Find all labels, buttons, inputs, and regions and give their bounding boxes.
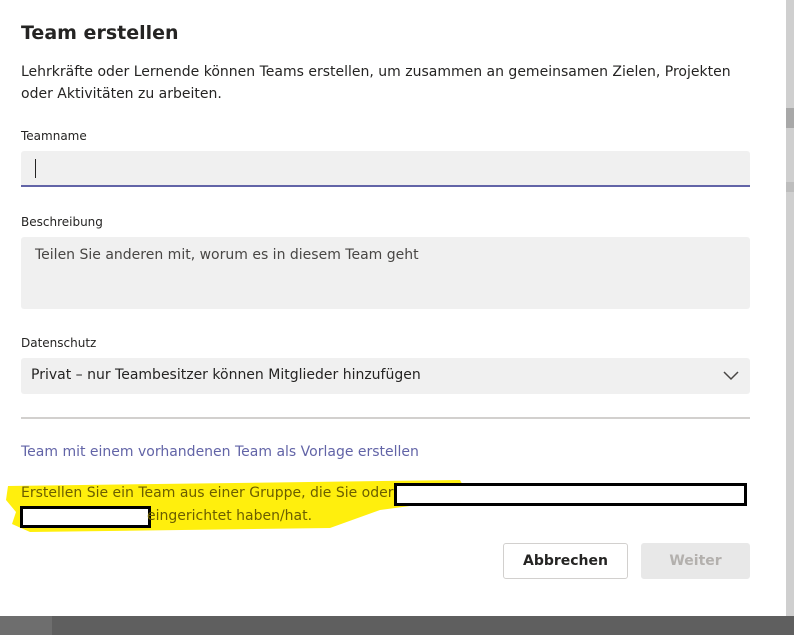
redacted-box (394, 483, 747, 506)
create-team-dialog: Team erstellen Lehrkräfte oder Lernende … (0, 0, 786, 616)
teamname-label: Teamname (21, 129, 87, 143)
backdrop-right-strip (786, 0, 794, 616)
redacted-box (20, 506, 151, 528)
next-button[interactable]: Weiter (641, 543, 750, 579)
backdrop-bottom-left (0, 616, 52, 635)
text-caret (35, 159, 36, 178)
backdrop-bottom-strip (0, 616, 794, 635)
dialog-subtitle: Lehrkräfte oder Lernende können Teams er… (21, 64, 731, 102)
group-info-text: Erstellen Sie ein Team aus einer Gruppe,… (21, 485, 394, 501)
chevron-down-icon (723, 371, 739, 381)
teamname-input[interactable] (21, 151, 750, 187)
backdrop-mark (786, 108, 794, 128)
description-placeholder: Teilen Sie anderen mit, worum es in dies… (35, 247, 419, 263)
dialog-title: Team erstellen (21, 22, 179, 44)
privacy-dropdown[interactable]: Privat – nur Teambesitzer können Mitglie… (21, 358, 750, 394)
backdrop-mark (786, 182, 794, 192)
divider (21, 417, 750, 419)
privacy-selected-value: Privat – nur Teambesitzer können Mitglie… (31, 367, 421, 383)
template-team-link[interactable]: Team mit einem vorhandenen Team als Vorl… (21, 444, 419, 460)
description-label: Beschreibung (21, 215, 103, 229)
cancel-button[interactable]: Abbrechen (503, 543, 628, 579)
description-textarea[interactable]: Teilen Sie anderen mit, worum es in dies… (21, 237, 750, 309)
group-info-text-continued: eingerichtet haben/hat. (147, 508, 313, 524)
privacy-label: Datenschutz (21, 336, 97, 350)
